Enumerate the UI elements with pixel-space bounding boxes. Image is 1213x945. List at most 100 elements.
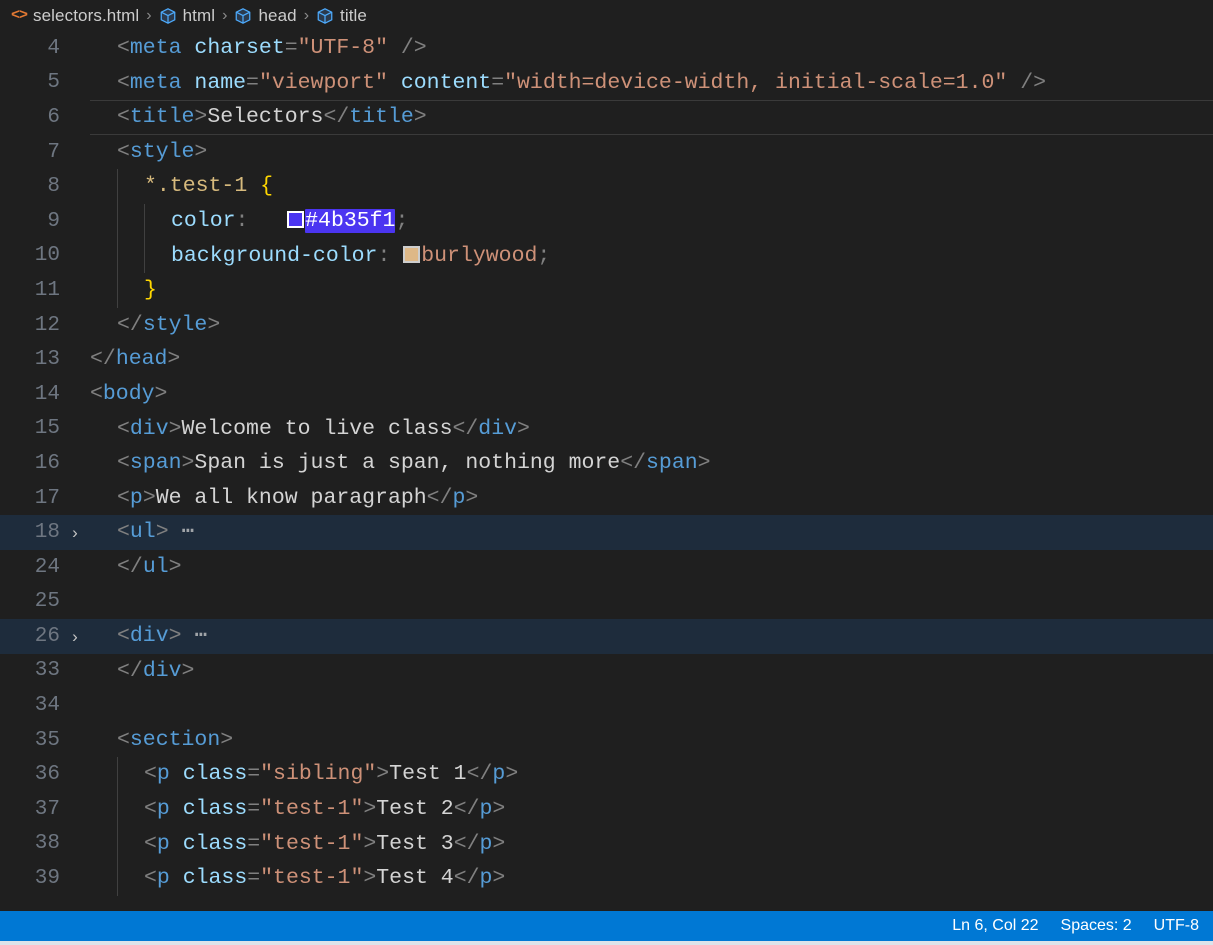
line-number: 24 <box>34 555 60 579</box>
breadcrumb-item-file[interactable]: <> selectors.html <box>6 4 144 28</box>
code-line[interactable]: 18 › <ul> ⋯ <box>0 515 1213 550</box>
code-line[interactable]: 25 <box>0 585 1213 620</box>
code-editor[interactable]: 4 <meta charset="UTF-8" /> 5 <meta name="vi… <box>0 31 1213 911</box>
line-number: 34 <box>34 694 60 718</box>
symbol-cube-icon <box>316 7 334 25</box>
indent-guides <box>90 515 1213 550</box>
code-line[interactable]: 8 *.test-1 { <box>0 169 1213 204</box>
code-text: *.test-1 { <box>90 169 1213 204</box>
breadcrumb-separator: › <box>303 6 310 24</box>
line-number: 9 <box>47 209 60 233</box>
code-text: <body> <box>90 377 1213 412</box>
line-number: 36 <box>34 763 60 787</box>
fold-chevron-icon[interactable]: › <box>60 628 90 645</box>
status-cursor-position[interactable]: Ln 6, Col 22 <box>952 917 1038 935</box>
code-text: <p class="test-1">Test 2</p> <box>90 792 1213 827</box>
code-line[interactable]: 10 background-color: burlywood; <box>0 238 1213 274</box>
indent-guides <box>90 342 1213 377</box>
code-text: background-color: burlywood; <box>90 238 1213 274</box>
line-number: 25 <box>34 590 60 614</box>
code-text: <p class="test-1">Test 3</p> <box>90 826 1213 862</box>
indent-guides <box>90 654 1213 689</box>
code-text: } <box>90 273 1213 308</box>
fold-chevron-icon[interactable]: › <box>60 524 90 541</box>
code-line[interactable]: 13 </head> <box>0 342 1213 377</box>
code-line[interactable]: 9 color: #4b35f1; <box>0 203 1213 239</box>
indent-guides <box>90 723 1213 758</box>
code-line[interactable]: 6 <title>Selectors</title> <box>0 100 1213 135</box>
breadcrumb-label-html: html <box>182 5 216 25</box>
symbol-cube-icon <box>234 7 252 25</box>
code-text: </ul> <box>90 550 1213 585</box>
code-text: <p>We all know paragraph</p> <box>90 481 1213 516</box>
breadcrumb-item-head[interactable]: head <box>229 4 301 28</box>
line-number: 5 <box>47 71 60 95</box>
code-line[interactable]: 17 <p>We all know paragraph</p> <box>0 481 1213 516</box>
breadcrumb-separator: › <box>146 6 152 24</box>
breadcrumb-separator: › <box>222 6 228 24</box>
line-number: 12 <box>34 313 60 337</box>
line-number: 6 <box>47 105 60 129</box>
code-line[interactable]: 12 </style> <box>0 308 1213 343</box>
line-number: 15 <box>34 417 60 441</box>
code-line[interactable]: 15 <div>Welcome to live class</div> <box>0 412 1213 447</box>
code-line[interactable]: 14 <body> <box>0 377 1213 412</box>
line-number: 35 <box>34 728 60 752</box>
code-line[interactable]: 26 › <div> ⋯ <box>0 619 1213 654</box>
line-number: 17 <box>34 486 60 510</box>
code-text: <div>Welcome to live class</div> <box>90 412 1213 447</box>
line-number: 10 <box>34 244 60 268</box>
code-line[interactable]: 16 <span>Span is just a span, nothing mor… <box>0 446 1213 481</box>
code-line[interactable]: 11} <box>0 273 1213 308</box>
status-indentation[interactable]: Spaces: 2 <box>1061 917 1132 935</box>
line-number: 16 <box>34 451 60 475</box>
code-line[interactable]: 24 </ul> <box>0 550 1213 585</box>
line-number: 13 <box>34 348 60 372</box>
code-text: </style> <box>90 308 1213 343</box>
line-number: 11 <box>34 278 60 302</box>
code-text: <span>Span is just a span, nothing more<… <box>90 446 1213 481</box>
code-text: <style> <box>90 135 1213 170</box>
indent-guides <box>90 135 1213 170</box>
line-number: 7 <box>47 140 60 164</box>
breadcrumb: <> selectors.html › html › head › title <box>0 0 1213 31</box>
line-number: 18 <box>34 521 60 545</box>
line-number: 38 <box>34 832 60 856</box>
taskbar-strip <box>0 941 1213 945</box>
breadcrumb-item-html[interactable]: html <box>154 4 221 28</box>
indent-guides <box>90 619 1213 654</box>
status-bar: Ln 6, Col 22 Spaces: 2 UTF-8 <box>0 911 1213 941</box>
code-line[interactable]: 39 <p class="test-1">Test 4</p> <box>0 861 1213 896</box>
breadcrumb-label-head: head <box>258 5 297 25</box>
code-line[interactable]: 33 </div> <box>0 654 1213 689</box>
line-number: 14 <box>34 382 60 406</box>
code-line[interactable]: 4 <meta charset="UTF-8" /> <box>0 31 1213 66</box>
code-line[interactable]: 34 <box>0 688 1213 723</box>
line-number: 33 <box>34 659 60 683</box>
line-number: 4 <box>47 36 60 60</box>
code-text: color: #4b35f1; <box>90 203 1213 239</box>
line-number: 39 <box>34 867 60 891</box>
indent-guides <box>90 377 1213 412</box>
code-text: <p class="sibling">Test 1</p> <box>90 757 1213 793</box>
line-number: 8 <box>47 175 60 199</box>
code-line[interactable]: 38 <p class="test-1">Test 3</p> <box>0 826 1213 862</box>
code-text: <p class="test-1">Test 4</p> <box>90 861 1213 896</box>
line-number: 26 <box>34 624 60 648</box>
code-line[interactable]: 7 <style> <box>0 135 1213 170</box>
symbol-cube-icon <box>159 7 177 25</box>
code-line[interactable]: 5 <meta name="viewport" content="width=de… <box>0 66 1213 101</box>
code-line[interactable]: 36 <p class="sibling">Test 1</p> <box>0 757 1213 793</box>
indent-guides <box>90 308 1213 343</box>
indent-guides <box>90 550 1213 585</box>
code-text: <section> <box>90 723 1213 758</box>
code-line[interactable]: 35 <section> <box>0 723 1213 758</box>
line-number: 37 <box>34 797 60 821</box>
status-encoding[interactable]: UTF-8 <box>1154 917 1199 935</box>
breadcrumb-item-title[interactable]: title <box>311 4 372 28</box>
code-text: <div> ⋯ <box>90 619 1213 654</box>
code-line[interactable]: 37 <p class="test-1">Test 2</p> <box>0 792 1213 827</box>
breadcrumb-label-title: title <box>340 5 367 25</box>
code-text: <meta name="viewport" content="width=dev… <box>90 66 1213 101</box>
indent-guides <box>90 273 1213 308</box>
